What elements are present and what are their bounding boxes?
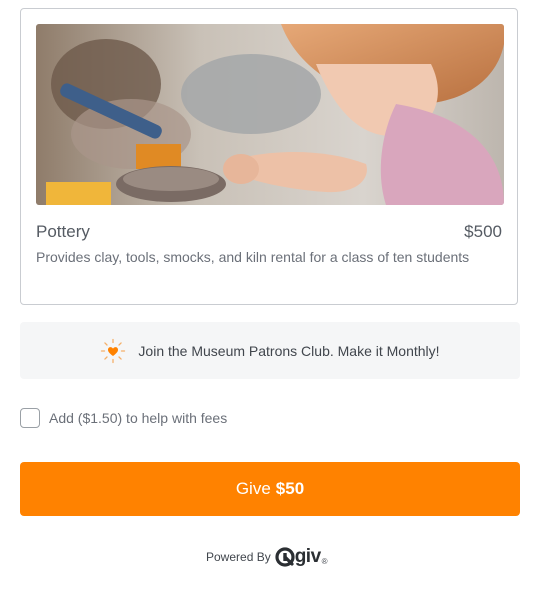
item-price: $500	[464, 222, 502, 241]
cover-fees-option[interactable]: Add ($1.50) to help with fees	[20, 408, 227, 428]
heart-sparkle-icon	[101, 338, 126, 363]
powered-by-text: Powered By	[206, 550, 271, 564]
give-button-label: Give	[235, 479, 271, 498]
giving-item-card[interactable]: Pottery $500 Provides clay, tools, smock…	[20, 8, 518, 305]
pottery-photo-illustration	[36, 24, 504, 205]
qgiv-q-icon	[275, 547, 295, 567]
give-button-amount: $50	[275, 479, 305, 498]
item-description: Provides clay, tools, smocks, and kiln r…	[36, 249, 470, 265]
monthly-text: Join the Museum Patrons Club. Make it Mo…	[138, 342, 440, 359]
make-it-monthly-banner[interactable]: Join the Museum Patrons Club. Make it Mo…	[20, 322, 520, 379]
registered-mark: ®	[321, 556, 328, 566]
qgiv-wordmark: giv	[294, 546, 321, 567]
powered-by-footer: Powered By giv ®	[206, 546, 328, 568]
cover-fees-label[interactable]: Add ($1.50) to help with fees	[49, 410, 227, 426]
give-button[interactable]: Give $50	[20, 462, 520, 516]
cover-fees-checkbox[interactable]	[20, 408, 40, 428]
qgiv-logo[interactable]: giv ®	[274, 546, 328, 568]
item-title: Pottery	[36, 222, 90, 241]
item-photo	[36, 24, 504, 205]
